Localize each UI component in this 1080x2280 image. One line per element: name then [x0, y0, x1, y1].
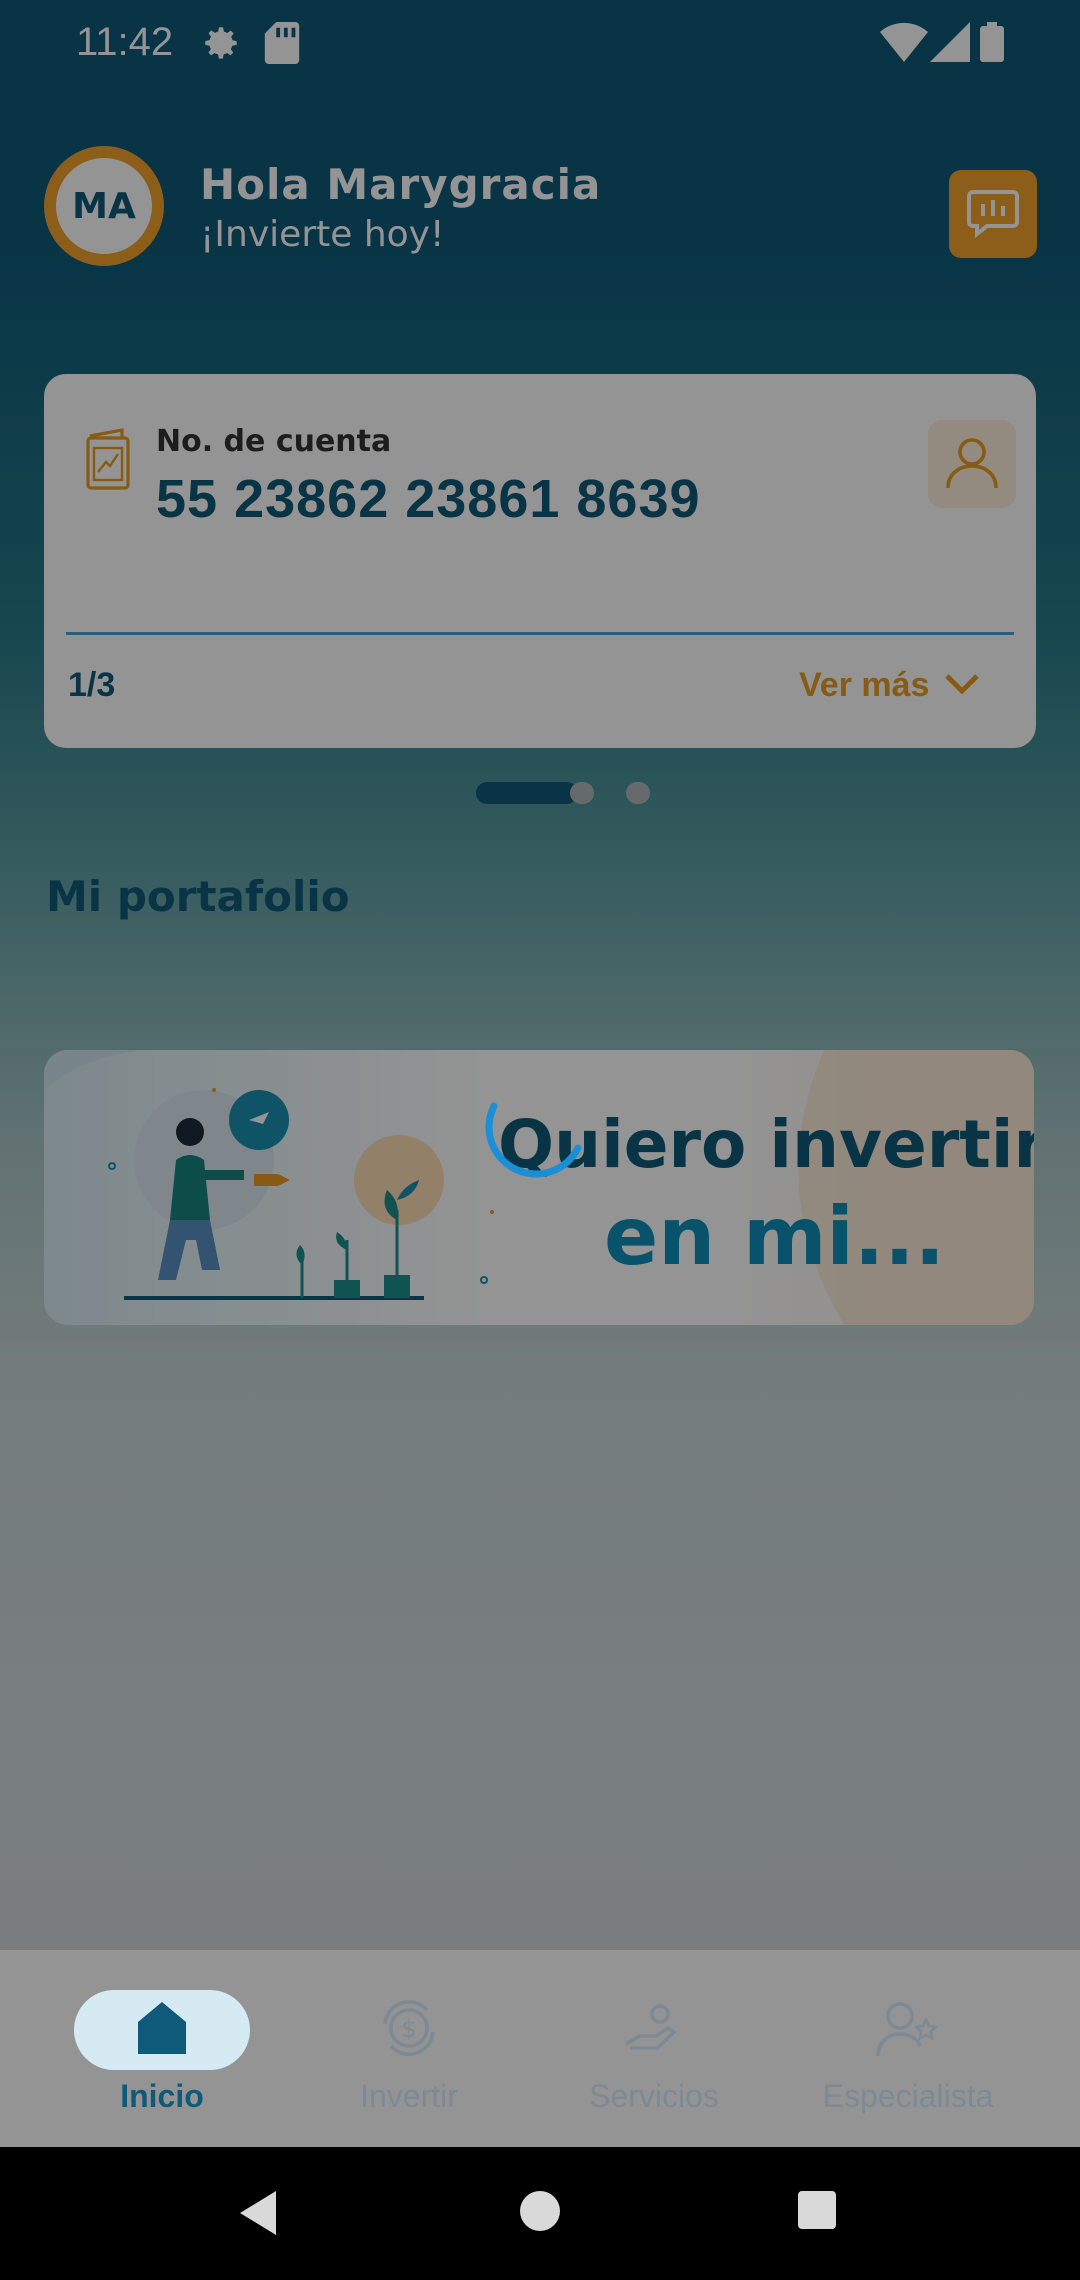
card-divider: [66, 632, 1014, 635]
feedback-chat-icon: [965, 184, 1021, 244]
svg-text:$: $: [401, 2015, 416, 2043]
battery-icon: [980, 22, 1004, 67]
bottom-navigation: Inicio $ Invertir Servicios Especialista: [0, 1950, 1080, 2147]
invest-icon: $: [377, 1996, 441, 2064]
account-number-label: No. de cuenta: [156, 424, 392, 459]
account-book-icon: [84, 428, 134, 494]
gear-icon: [200, 22, 242, 69]
services-icon: [622, 1996, 686, 2064]
nav-active-pill: [74, 1990, 250, 2070]
nav-item-inicio[interactable]: Inicio: [62, 1990, 262, 2130]
banner-title-line2: en mi...: [604, 1190, 946, 1283]
account-number: 55 23862 23861 8639: [156, 469, 701, 529]
system-navigation-bar: [0, 2147, 1080, 2280]
carousel-dot-active[interactable]: [476, 782, 578, 804]
carousel-dot[interactable]: [626, 782, 650, 804]
specialist-icon: [876, 1996, 940, 2064]
sd-card-icon: [264, 22, 300, 69]
home-icon: [136, 2000, 188, 2060]
nav-item-servicios[interactable]: Servicios: [554, 1990, 754, 2130]
feedback-chat-button[interactable]: [949, 170, 1037, 258]
greeting-title: Hola Marygracia: [200, 160, 602, 209]
nav-label-especialista: Especialista: [822, 2078, 994, 2114]
recents-icon[interactable]: [796, 2189, 838, 2235]
nav-item-invertir[interactable]: $ Invertir: [309, 1990, 509, 2130]
home-circle-icon[interactable]: [518, 2189, 562, 2237]
status-time: 11:42: [76, 20, 174, 64]
see-more-label: Ver más: [799, 666, 930, 704]
account-profile-button[interactable]: [928, 420, 1016, 508]
signal-icon: [930, 22, 970, 67]
see-more-button[interactable]: Ver más: [799, 666, 981, 705]
nav-icon-container: [566, 1990, 742, 2070]
user-icon: [942, 432, 1002, 496]
nav-label-inicio: Inicio: [120, 2078, 204, 2114]
back-icon[interactable]: [236, 2189, 280, 2241]
carousel-dot[interactable]: [570, 782, 594, 804]
greeting-subtitle: ¡Invierte hoy!: [200, 214, 445, 255]
wifi-icon: [880, 22, 928, 67]
nav-label-invertir: Invertir: [360, 2078, 458, 2114]
account-page-indicator: 1/3: [68, 666, 116, 704]
carousel-indicator: [0, 780, 1080, 810]
account-card[interactable]: No. de cuenta 55 23862 23861 8639 1/3 Ve…: [44, 374, 1036, 748]
chevron-down-icon: [943, 666, 981, 705]
status-bar: 11:42: [0, 0, 1080, 90]
nav-item-especialista[interactable]: Especialista: [808, 1990, 1008, 2130]
portfolio-title: Mi portafolio: [46, 872, 350, 921]
loading-spinner-icon: [485, 1102, 582, 1178]
avatar[interactable]: MA: [44, 146, 164, 266]
header: MA Hola Marygracia ¡Invierte hoy!: [44, 146, 1044, 286]
nav-icon-container: $: [321, 1990, 497, 2070]
nav-icon-container: [820, 1990, 996, 2070]
nav-label-servicios: Servicios: [589, 2078, 719, 2114]
